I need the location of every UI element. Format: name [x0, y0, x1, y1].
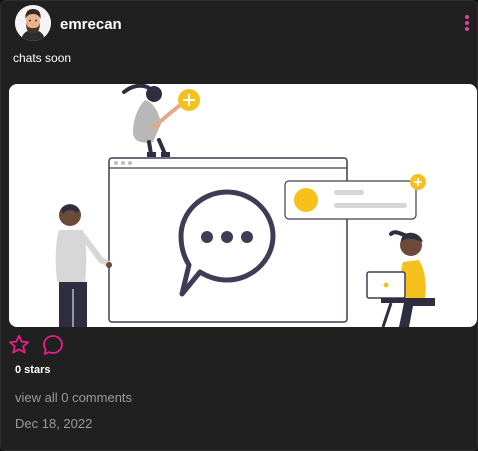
post-card: emrecan chats soon 0 stars view all 0 co… — [0, 0, 478, 451]
post-date: Dec 18, 2022 — [15, 416, 93, 431]
post-image — [9, 84, 477, 327]
more-vertical-icon[interactable] — [463, 15, 471, 35]
view-comments-link[interactable]: view all 0 comments — [15, 390, 132, 405]
avatar[interactable] — [15, 5, 51, 41]
comment-bubble-icon[interactable] — [41, 333, 65, 357]
chat-illustration — [55, 84, 435, 327]
post-username[interactable]: emrecan — [60, 16, 122, 33]
star-outline-icon[interactable] — [7, 333, 31, 357]
user-avatar-icon — [15, 5, 51, 41]
stars-count: 0 stars — [15, 364, 51, 376]
post-caption: chats soon — [13, 51, 72, 65]
post-actions — [7, 333, 87, 359]
post-header: emrecan — [15, 5, 471, 43]
